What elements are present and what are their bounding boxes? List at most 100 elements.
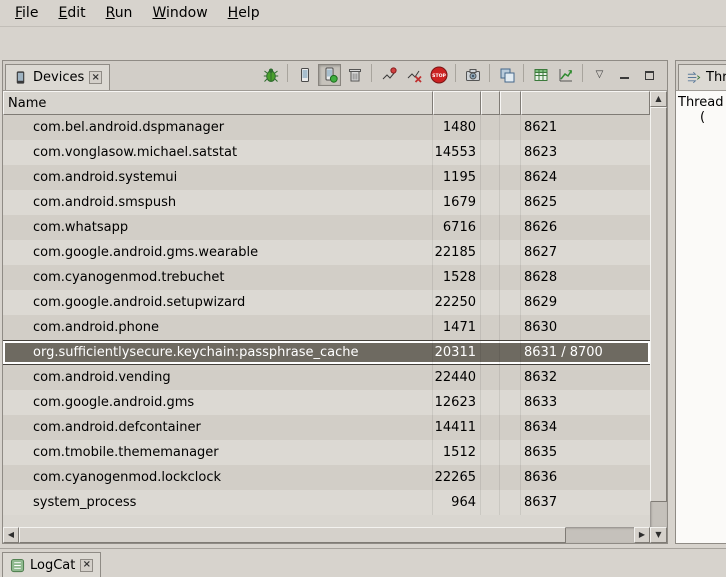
process-row[interactable]: com.android.vending 22440 8632 — [3, 365, 650, 390]
column-header-port[interactable] — [521, 91, 650, 115]
minimize-button[interactable] — [613, 64, 636, 86]
process-row[interactable]: com.cyanogenmod.lockclock 22265 8636 — [3, 465, 650, 490]
process-row[interactable]: com.android.systemui 1195 8624 — [3, 165, 650, 190]
menu-item[interactable]: Run — [96, 0, 143, 26]
process-name-cell: com.bel.android.dspmanager — [3, 115, 433, 140]
tab-threads-label: Threads — [706, 70, 726, 85]
process-name-cell: com.cyanogenmod.trebuchet — [3, 265, 433, 290]
scroll-left-button[interactable]: ◀ — [3, 527, 19, 543]
column-header-name[interactable]: Name — [3, 91, 433, 115]
process-cell-3 — [481, 165, 500, 190]
view-menu-button[interactable]: ▽ — [588, 64, 611, 86]
process-row[interactable]: com.cyanogenmod.trebuchet 1528 8628 — [3, 265, 650, 290]
scroll-right-button[interactable]: ▶ — [634, 527, 650, 543]
hierarchy-view-button[interactable] — [495, 64, 518, 86]
process-cell-4 — [500, 390, 521, 415]
process-row[interactable]: com.whatsapp 6716 8626 — [3, 215, 650, 240]
process-row[interactable]: com.android.smspush 1679 8625 — [3, 190, 650, 215]
vertical-scrollbar[interactable]: ▲ ▼ — [650, 91, 667, 543]
horizontal-scroll-track[interactable] — [19, 527, 634, 543]
vertical-scroll-thumb[interactable] — [650, 107, 667, 502]
update-threads-button[interactable] — [377, 64, 400, 86]
close-icon[interactable]: × — [80, 559, 93, 572]
process-row[interactable]: com.google.android.gms 12623 8633 — [3, 390, 650, 415]
process-row[interactable]: com.bel.android.dspmanager 1480 8621 — [3, 115, 650, 140]
process-row[interactable]: com.android.phone 1471 8630 — [3, 315, 650, 340]
process-row[interactable]: com.android.defcontainer 14411 8634 — [3, 415, 650, 440]
menu-item-label: Edit — [58, 5, 85, 21]
menu-item-label: Help — [228, 5, 260, 21]
process-name-cell: system_process — [3, 490, 433, 515]
devices-table: Name com.bel.android.dspmanager 1480 — [3, 91, 667, 543]
method-profiling-button[interactable] — [402, 64, 425, 86]
stop-icon: STOP — [430, 66, 448, 84]
stop-process-button[interactable]: STOP — [427, 64, 450, 86]
process-pid-cell: 22185 — [433, 240, 481, 265]
scroll-up-button[interactable]: ▲ — [650, 91, 667, 107]
process-pid-cell: 6716 — [433, 215, 481, 240]
menu-item[interactable]: Edit — [48, 0, 95, 26]
menu-item-label: File — [15, 5, 38, 21]
heap-button[interactable] — [293, 64, 316, 86]
toolbar-separator — [287, 64, 288, 82]
process-row[interactable]: com.tmobile.thememanager 1512 8635 — [3, 440, 650, 465]
devices-panel: Devices × — [2, 60, 668, 544]
menu-item[interactable]: Help — [218, 0, 270, 26]
menu-item[interactable]: Window — [142, 0, 217, 26]
process-row[interactable]: com.google.android.gms.wearable 22185 86… — [3, 240, 650, 265]
tab-logcat[interactable]: LogCat × — [2, 552, 101, 577]
column-header-pid[interactable] — [433, 91, 481, 115]
toolbar-separator — [455, 64, 456, 82]
network-stats-button[interactable] — [554, 64, 577, 86]
update-heap-button[interactable] — [318, 64, 341, 86]
screen-capture-button[interactable] — [461, 64, 484, 86]
threads-icon — [686, 70, 701, 85]
process-row[interactable]: com.vonglasow.michael.satstat 14553 8623 — [3, 140, 650, 165]
process-cell-3 — [481, 290, 500, 315]
process-port-cell: 8633 — [521, 390, 650, 415]
process-cell-3 — [481, 465, 500, 490]
horizontal-scroll-thumb[interactable] — [19, 527, 566, 543]
scroll-down-button[interactable]: ▼ — [650, 527, 667, 543]
tab-threads[interactable]: Threads — [678, 64, 726, 90]
cause-gc-button[interactable] — [343, 64, 366, 86]
vertical-scroll-track[interactable] — [650, 107, 667, 527]
process-cell-3 — [481, 490, 500, 515]
horizontal-scrollbar[interactable]: ◀ ▶ — [3, 527, 650, 543]
column-header-4[interactable] — [500, 91, 521, 115]
process-cell-3 — [481, 265, 500, 290]
process-row[interactable]: system_process 964 8637 — [3, 490, 650, 515]
down-arrow-icon: ▼ — [655, 531, 661, 539]
menu-item[interactable]: File — [5, 0, 48, 26]
close-icon[interactable]: × — [89, 71, 102, 84]
process-cell-4 — [500, 115, 521, 140]
process-pid-cell: 22440 — [433, 365, 481, 390]
process-pid-cell: 1471 — [433, 315, 481, 340]
debug-bug-icon — [263, 67, 279, 83]
debug-process-button[interactable] — [259, 64, 282, 86]
process-port-cell: 8623 — [521, 140, 650, 165]
tab-logcat-label: LogCat — [30, 558, 75, 573]
process-cell-3 — [481, 315, 500, 340]
maximize-button[interactable] — [638, 64, 661, 86]
table-columns-icon — [533, 67, 549, 83]
camera-icon — [465, 67, 481, 83]
process-cell-4 — [500, 315, 521, 340]
toolbar-separator — [371, 64, 372, 82]
trash-icon — [347, 67, 363, 83]
process-port-cell: 8625 — [521, 190, 650, 215]
tab-devices-label: Devices — [33, 70, 84, 85]
process-cell-4 — [500, 240, 521, 265]
process-row[interactable]: org.sufficientlysecure.keychain:passphra… — [3, 340, 650, 365]
tab-devices[interactable]: Devices × — [5, 64, 110, 90]
process-port-cell: 8634 — [521, 415, 650, 440]
column-header-3[interactable] — [481, 91, 500, 115]
panel-sash[interactable] — [668, 60, 675, 544]
process-name-cell: com.android.vending — [3, 365, 433, 390]
allocation-table-button[interactable] — [529, 64, 552, 86]
device-heap-icon — [322, 67, 338, 83]
maximize-icon — [645, 71, 654, 80]
up-arrow-icon: ▲ — [655, 95, 661, 103]
logcat-strip: LogCat × — [0, 548, 726, 577]
process-row[interactable]: com.google.android.setupwizard 22250 862… — [3, 290, 650, 315]
